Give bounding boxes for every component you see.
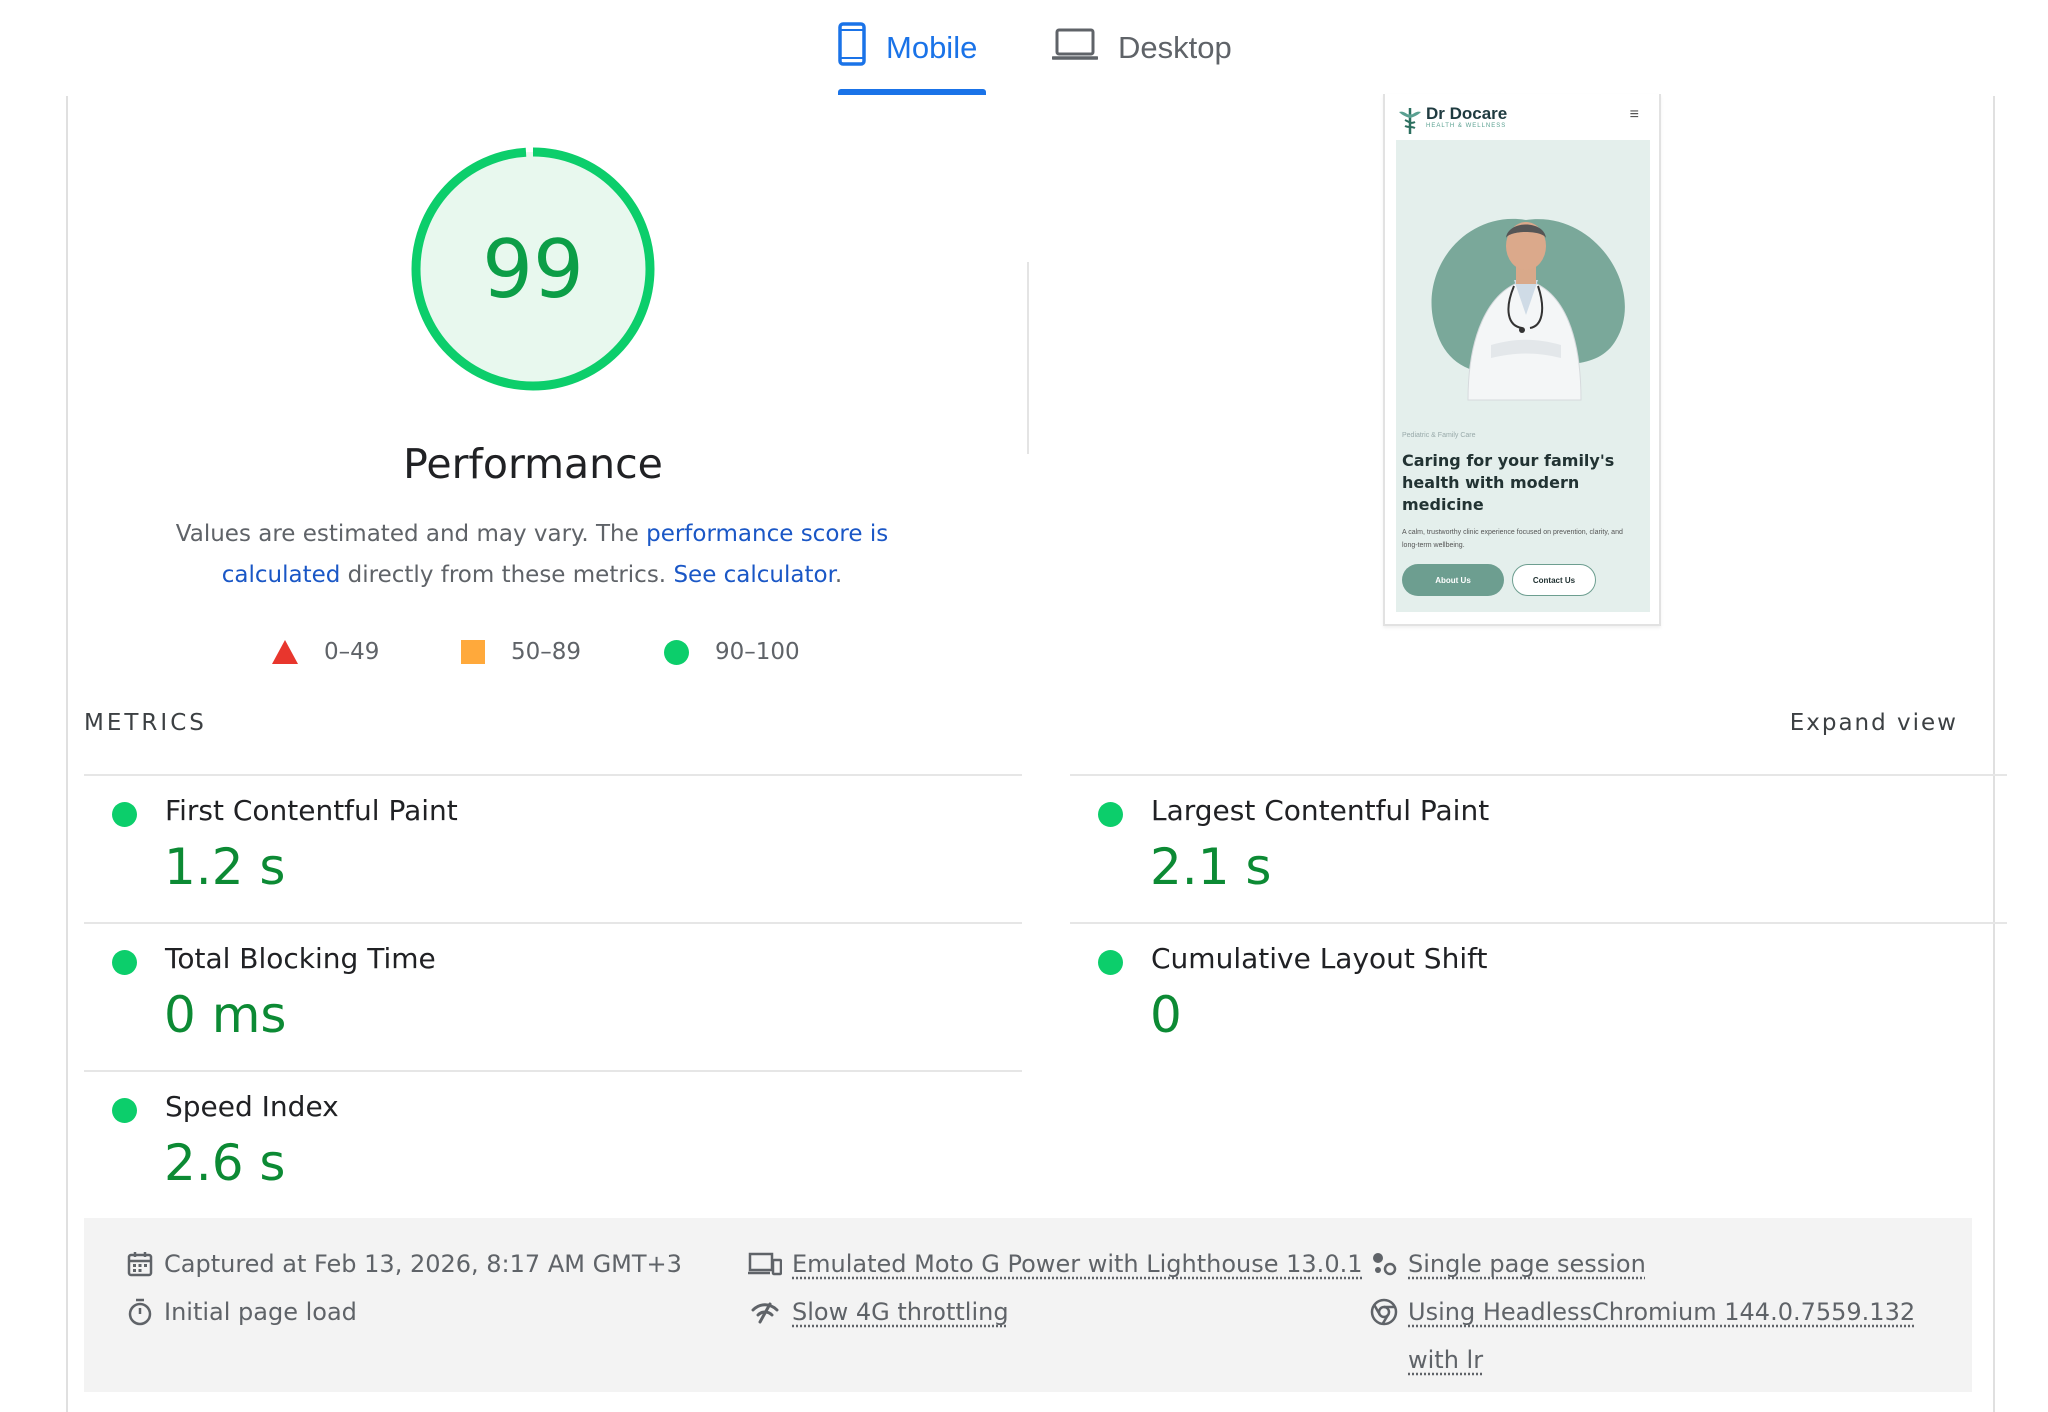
doctor-photo <box>1431 218 1625 401</box>
metric-value: 2.6 s <box>164 1134 286 1192</box>
legend-fail: 0–49 <box>272 636 379 668</box>
legend-pass-label: 90–100 <box>715 639 800 665</box>
hamburger-menu-icon: ≡ <box>1629 106 1639 123</box>
runtime-initial-load: Initial page load <box>126 1288 357 1336</box>
tab-mobile[interactable]: Mobile <box>838 20 977 76</box>
square-icon <box>461 640 485 664</box>
screenshot-about-button: About Us <box>1402 564 1504 596</box>
runtime-session[interactable]: Single page session <box>1370 1240 1646 1288</box>
metric-speed-index: Speed Index 2.6 s <box>84 1072 984 1212</box>
runtime-captured: Captured at Feb 13, 2026, 8:17 AM GMT+3 <box>126 1240 682 1288</box>
runtime-throttling[interactable]: Slow 4G throttling <box>748 1288 1009 1336</box>
metric-value: 0 ms <box>164 986 287 1044</box>
pass-circle-icon <box>112 802 137 827</box>
description-text-3: . <box>834 562 843 588</box>
report-frame-right <box>1993 96 1995 1412</box>
metric-first-contentful-paint: First Contentful Paint 1.2 s <box>84 776 984 916</box>
section-divider <box>1027 262 1029 454</box>
runtime-device-text: Emulated Moto G Power with Lighthouse 13… <box>792 1250 1363 1278</box>
metric-name: First Contentful Paint <box>165 794 458 827</box>
runtime-browser-text: Using HeadlessChromium 144.0.7559.132 wi… <box>1408 1298 1916 1374</box>
report-frame-left <box>66 96 68 1412</box>
runtime-session-text: Single page session <box>1408 1250 1646 1278</box>
screenshot-headline: Caring for your family's health with mod… <box>1402 451 1615 514</box>
expand-view-toggle[interactable]: Expand view <box>1790 710 1958 736</box>
metrics-heading: METRICS <box>84 710 207 736</box>
metric-value: 1.2 s <box>164 838 286 896</box>
legend-fail-label: 0–49 <box>324 639 380 665</box>
runtime-browser[interactable]: Using HeadlessChromium 144.0.7559.132 wi… <box>1370 1288 1950 1384</box>
final-screenshot: Dr Docare HEALTH & WELLNESS ≡ Pediatric … <box>1383 94 1661 626</box>
description-text-1: Values are estimated and may vary. The <box>175 521 647 547</box>
pass-circle-icon <box>1098 802 1123 827</box>
smartphone-icon <box>838 22 866 74</box>
metric-value: 0 <box>1150 986 1182 1044</box>
stopwatch-icon <box>126 1288 154 1336</box>
score-description: Values are estimated and may vary. The p… <box>172 514 892 596</box>
calendar-icon <box>126 1240 154 1288</box>
tab-desktop[interactable]: Desktop <box>1051 20 1232 76</box>
tab-mobile-label: Mobile <box>886 30 978 65</box>
metric-name: Total Blocking Time <box>165 942 436 975</box>
metric-name: Speed Index <box>165 1090 339 1123</box>
description-text-2: directly from these metrics. <box>340 562 674 588</box>
caduceus-logo-icon <box>1397 106 1423 141</box>
performance-title: Performance <box>403 440 663 488</box>
runtime-settings: Captured at Feb 13, 2026, 8:17 AM GMT+3 … <box>84 1218 1972 1392</box>
legend-pass: 90–100 <box>664 636 800 668</box>
runtime-initial-load-text: Initial page load <box>164 1298 357 1326</box>
screenshot-header: Dr Docare HEALTH & WELLNESS ≡ <box>1385 94 1659 136</box>
metric-name: Cumulative Layout Shift <box>1151 942 1488 975</box>
screenshot-contact-button: Contact Us <box>1512 564 1596 596</box>
screenshot-hero: Pediatric & Family Care Caring for your … <box>1396 140 1650 612</box>
pass-circle-icon <box>112 950 137 975</box>
performance-score: 99 <box>482 222 584 316</box>
screenshot-eyebrow: Pediatric & Family Care <box>1402 432 1476 439</box>
runtime-captured-text: Captured at Feb 13, 2026, 8:17 AM GMT+3 <box>164 1250 682 1278</box>
devices-icon <box>748 1240 782 1288</box>
screenshot-body: A calm, trustworthy clinic experience fo… <box>1402 529 1623 549</box>
legend-average: 50–89 <box>461 636 581 668</box>
metric-total-blocking-time: Total Blocking Time 0 ms <box>84 924 984 1064</box>
metric-cumulative-layout-shift: Cumulative Layout Shift 0 <box>1070 924 1970 1064</box>
metric-value: 2.1 s <box>1150 838 1272 896</box>
runtime-throttling-text: Slow 4G throttling <box>792 1298 1009 1326</box>
network-signal-icon <box>748 1288 782 1336</box>
laptop-icon <box>1051 27 1099 69</box>
device-tabs: Mobile Desktop <box>0 0 2048 96</box>
tab-desktop-label: Desktop <box>1118 30 1232 65</box>
metric-name: Largest Contentful Paint <box>1151 794 1490 827</box>
legend-average-label: 50–89 <box>511 639 582 665</box>
runtime-device[interactable]: Emulated Moto G Power with Lighthouse 13… <box>748 1240 1362 1288</box>
chrome-icon <box>1370 1288 1398 1336</box>
triangle-icon <box>272 640 298 664</box>
screenshot-brand: Dr Docare <box>1426 104 1508 123</box>
pass-circle-icon <box>112 1098 137 1123</box>
see-calculator-link[interactable]: See calculator <box>673 562 834 588</box>
active-tab-indicator <box>838 89 986 95</box>
screenshot-brand-sub: HEALTH & WELLNESS <box>1426 123 1507 129</box>
metric-largest-contentful-paint: Largest Contentful Paint 2.1 s <box>1070 776 1970 916</box>
pass-circle-icon <box>1098 950 1123 975</box>
session-dots-icon <box>1370 1240 1398 1288</box>
circle-icon <box>664 639 689 665</box>
